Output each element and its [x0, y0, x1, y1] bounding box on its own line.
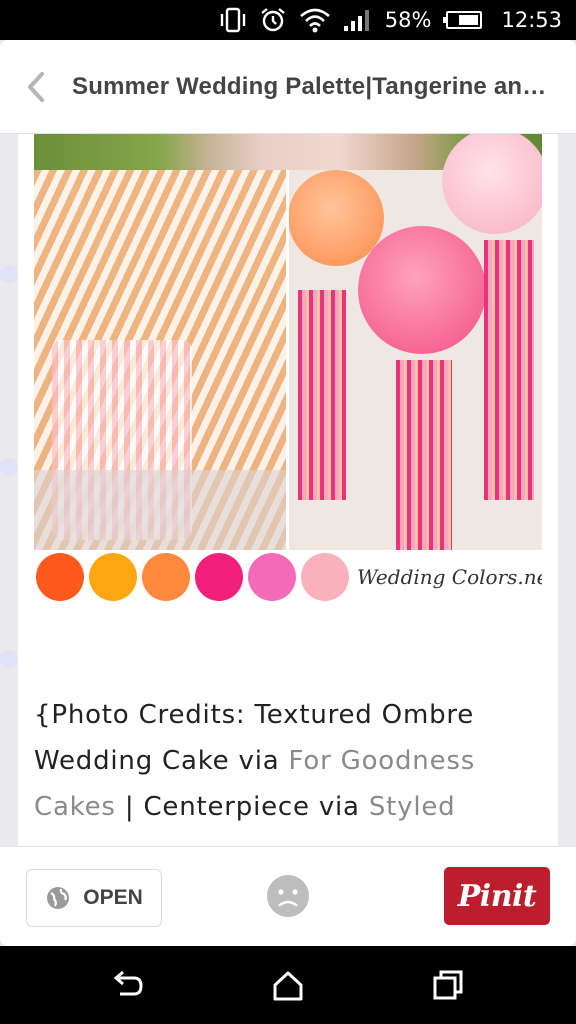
side-indicator-dot: [0, 650, 18, 668]
pin-image[interactable]: Wedding Colors.net: [34, 134, 542, 604]
swatch-tangerine: [36, 553, 84, 601]
sad-face-icon: [267, 875, 309, 917]
recents-icon[interactable]: [430, 968, 466, 1004]
color-swatches: Wedding Colors.net: [34, 550, 542, 604]
nav-bar: [0, 946, 576, 1024]
pin-description: {Photo Credits: Textured Ombre Wedding C…: [34, 692, 534, 846]
sad-face-button[interactable]: [266, 874, 310, 918]
swatch-hot-pink: [195, 553, 243, 601]
back-button[interactable]: [0, 40, 72, 134]
swatch-pink: [248, 553, 296, 601]
photo-straws: [34, 170, 288, 550]
chevron-left-icon: [28, 71, 44, 102]
open-label: OPEN: [83, 886, 143, 909]
photo-pompoms: [288, 134, 542, 550]
tassel: [396, 360, 452, 550]
battery-percent: 58%: [384, 8, 432, 32]
header: Summer Wedding Palette|Tangerine and...: [0, 40, 576, 134]
vibrate-icon: [219, 7, 247, 33]
description-text: | Centerpiece via: [115, 792, 369, 822]
status-bar: 58% 12:53: [0, 0, 576, 40]
screen: 58% 12:53 Summer Wedding Palette|Tangeri…: [0, 0, 576, 1024]
back-icon[interactable]: [110, 968, 146, 1004]
battery-icon: [443, 10, 483, 30]
home-icon[interactable]: [270, 968, 306, 1004]
page-title: Summer Wedding Palette|Tangerine and...: [72, 72, 552, 100]
side-indicator-dot: [0, 265, 18, 283]
signal-icon: [343, 8, 373, 32]
watermark-text: Wedding Colors.net: [357, 565, 542, 589]
wifi-icon: [299, 7, 331, 33]
side-indicator-dot: [0, 458, 18, 476]
action-bar: OPEN Pinit: [0, 846, 576, 946]
pin-it-button[interactable]: Pinit: [444, 867, 550, 925]
alarm-icon: [259, 7, 287, 33]
globe-icon: [47, 887, 70, 909]
swatch-blush: [301, 553, 349, 601]
pink-pompom: [358, 226, 486, 354]
tassel: [298, 290, 346, 500]
swatch-orange: [142, 553, 190, 601]
open-button[interactable]: OPEN: [26, 869, 162, 927]
credit-link[interactable]: Styled: [369, 792, 456, 822]
tassel: [484, 240, 534, 500]
photo-divider: [286, 170, 289, 550]
photo-table: [34, 470, 288, 550]
light-pink-pompom: [442, 134, 542, 234]
swatch-amber: [89, 553, 137, 601]
clock-time: 12:53: [501, 8, 562, 32]
